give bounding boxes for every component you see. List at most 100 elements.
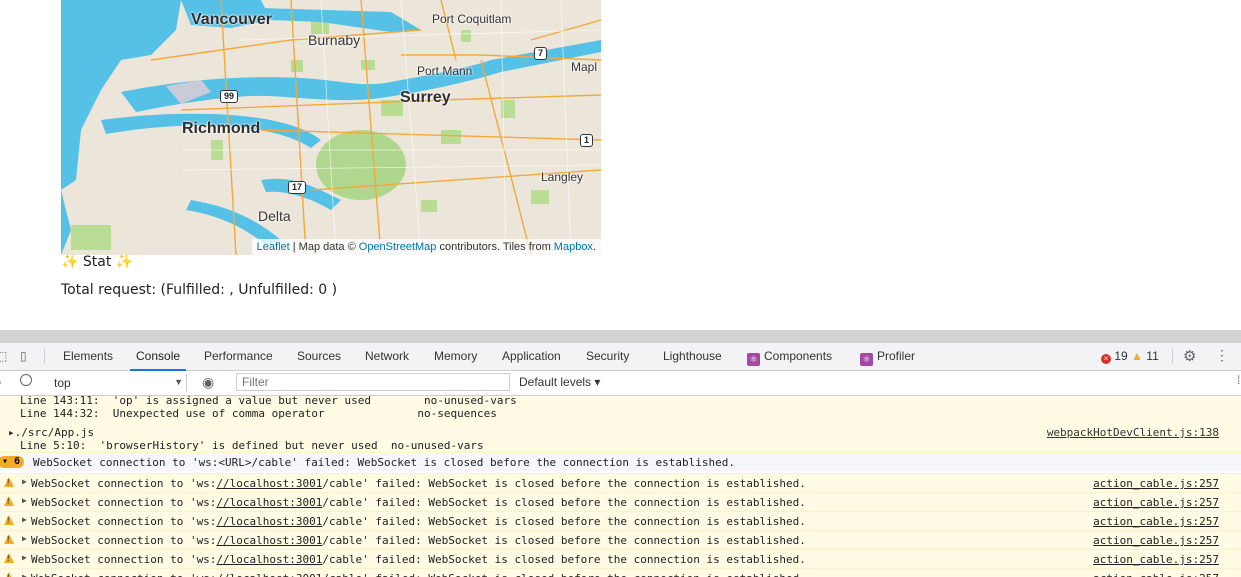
expand-caret-icon[interactable]: ▶	[22, 477, 27, 486]
context-dropdown-icon: ▼	[174, 377, 183, 387]
clear-console-icon[interactable]	[20, 374, 32, 386]
expand-caret-icon[interactable]: ▶	[22, 496, 27, 505]
tab-lighthouse[interactable]: Lighthouse	[663, 343, 722, 370]
react-icon: ⚛	[747, 353, 760, 366]
attribution-contributors: contributors. Tiles from	[436, 241, 554, 253]
group-count-badge: ▾ 6	[0, 456, 25, 468]
inspect-element-icon[interactable]: ⬚	[0, 349, 7, 363]
source-link[interactable]: action_cable.js:257	[1093, 534, 1219, 547]
expand-caret-icon[interactable]: ▶	[22, 534, 27, 543]
highway-99-shield: 99	[220, 90, 239, 103]
warning-triangle-icon	[4, 534, 14, 544]
toolbar-overflow-icon[interactable]: ⁞	[1237, 373, 1240, 387]
console-filter-input[interactable]	[236, 373, 510, 391]
eslint-line: Line 5:10: 'browserHistory' is defined b…	[20, 439, 484, 452]
console-warning-row[interactable]: ▶ WebSocket connection to 'ws://localhos…	[0, 549, 1241, 569]
console-warning-row[interactable]: ▶ WebSocket connection to 'ws://localhos…	[0, 473, 1241, 493]
context-value: top	[54, 376, 71, 390]
context-selector[interactable]: top ▼	[48, 374, 187, 392]
map-label-port-coquitlam: Port Coquitlam	[432, 12, 512, 26]
warning-triangle-icon	[4, 553, 14, 563]
tab-divider	[1172, 349, 1173, 364]
console-warning-row[interactable]: ▶ WebSocket connection to 'ws://localhos…	[0, 530, 1241, 550]
eslint-line: Line 143:11: 'op' is assigned a value bu…	[20, 396, 517, 407]
error-icon: ×	[1101, 354, 1111, 364]
tab-profiler[interactable]: ⚛ Profiler	[860, 343, 915, 370]
tab-components-label: Components	[764, 349, 833, 363]
tab-memory[interactable]: Memory	[434, 343, 477, 370]
react-icon: ⚛	[860, 353, 873, 366]
sidebar-toggle-icon[interactable]: ▫	[0, 375, 1, 389]
tab-elements[interactable]: Elements	[63, 343, 113, 370]
tab-profiler-label: Profiler	[877, 349, 916, 363]
expand-caret-icon[interactable]: ▶	[22, 572, 27, 577]
map[interactable]: Vancouver Burnaby Port Coquitlam Port Ma…	[61, 0, 601, 255]
settings-gear-icon[interactable]: ⚙	[1183, 347, 1196, 365]
total-request-text: Total request: (Fulfilled: , Unfulfilled…	[61, 282, 338, 298]
live-expression-eye-icon[interactable]: ◉	[202, 374, 214, 390]
stat-title: ✨ Stat ✨	[61, 254, 134, 270]
tab-performance[interactable]: Performance	[204, 343, 273, 370]
issue-counter[interactable]: × 19 ▲ 11	[1101, 343, 1159, 370]
highway-17-shield: 17	[288, 181, 307, 194]
highway-1-shield: 1	[580, 134, 594, 147]
error-count: 19	[1114, 349, 1128, 363]
source-link[interactable]: webpackHotDevClient.js:138	[1047, 426, 1219, 439]
tab-sources[interactable]: Sources	[297, 343, 341, 370]
console-warning-row[interactable]: ▶ WebSocket connection to 'ws://localhos…	[0, 511, 1241, 531]
group-count: 6	[14, 456, 21, 467]
log-levels-dropdown[interactable]: Default levels ▾	[519, 375, 600, 389]
eslint-warning-block: Line 143:11: 'op' is assigned a value bu…	[0, 396, 1241, 453]
map-label-langley: Langley	[541, 170, 584, 184]
tab-security[interactable]: Security	[586, 343, 629, 370]
console-warning-row[interactable]: ▶ WebSocket connection to 'ws://localhos…	[0, 492, 1241, 512]
source-link[interactable]: action_cable.js:257	[1093, 515, 1219, 528]
tab-components[interactable]: ⚛ Components	[747, 343, 832, 370]
warning-message: WebSocket connection to 'ws://localhost:…	[31, 572, 806, 577]
source-link[interactable]: action_cable.js:257	[1093, 553, 1219, 566]
map-label-richmond: Richmond	[182, 120, 261, 137]
warning-message: WebSocket connection to 'ws://localhost:…	[31, 515, 806, 528]
leaflet-link[interactable]: Leaflet	[257, 241, 290, 253]
map-label-surrey: Surrey	[400, 89, 451, 106]
warning-triangle-icon	[4, 477, 14, 487]
tab-application[interactable]: Application	[502, 343, 561, 370]
tab-console[interactable]: Console	[129, 343, 187, 371]
warning-triangle-icon	[4, 572, 14, 577]
openstreetmap-link[interactable]: OpenStreetMap	[359, 241, 437, 253]
tab-network[interactable]: Network	[365, 343, 409, 370]
attribution-end: .	[592, 241, 596, 253]
eslint-file[interactable]: ▸./src/App.js	[8, 426, 94, 439]
warning-triangle-icon	[4, 496, 14, 506]
console-warning-row[interactable]: ▶ WebSocket connection to 'ws://localhos…	[0, 568, 1241, 577]
console-group-header[interactable]: ▾ 6 WebSocket connection to 'ws:<URL>/ca…	[0, 454, 1241, 471]
warning-message: WebSocket connection to 'ws://localhost:…	[31, 553, 806, 566]
expand-caret-icon[interactable]: ▶	[22, 515, 27, 524]
source-link[interactable]: action_cable.js:257	[1093, 496, 1219, 509]
map-label-delta: Delta	[258, 208, 291, 224]
warning-message: WebSocket connection to 'ws://localhost:…	[31, 496, 806, 509]
map-label-burnaby: Burnaby	[308, 32, 361, 48]
source-link[interactable]: action_cable.js:257	[1093, 572, 1219, 577]
warning-count: 11	[1146, 349, 1159, 363]
group-message: WebSocket connection to 'ws:<URL>/cable'…	[33, 456, 735, 469]
attribution-separator: | Map data ©	[289, 241, 359, 253]
devtools-resize-handle[interactable]	[0, 330, 1241, 343]
console-output[interactable]: Line 143:11: 'op' is assigned a value bu…	[0, 396, 1241, 577]
eslint-line: Line 144:32: Unexpected use of comma ope…	[20, 407, 497, 420]
highway-7-shield: 7	[534, 47, 548, 60]
device-toolbar-icon[interactable]: ▯	[20, 349, 27, 363]
map-attribution: Leaflet | Map data © OpenStreetMap contr…	[251, 239, 601, 255]
source-link[interactable]: action_cable.js:257	[1093, 477, 1219, 490]
tab-divider	[44, 349, 45, 364]
warning-icon: ▲	[1131, 349, 1143, 363]
devtools-tab-bar: ⬚ ▯ Elements Console Performance Sources…	[0, 343, 1241, 371]
map-label-vancouver: Vancouver	[191, 11, 272, 28]
more-options-icon[interactable]: ⋮	[1215, 347, 1229, 364]
mapbox-link[interactable]: Mapbox	[554, 241, 593, 253]
map-label-port-mann: Port Mann	[417, 64, 473, 78]
expand-caret-icon[interactable]: ▶	[22, 553, 27, 562]
warning-triangle-icon	[4, 515, 14, 525]
warning-message: WebSocket connection to 'ws://localhost:…	[31, 477, 806, 490]
map-label-maple: Mapl	[571, 60, 598, 74]
